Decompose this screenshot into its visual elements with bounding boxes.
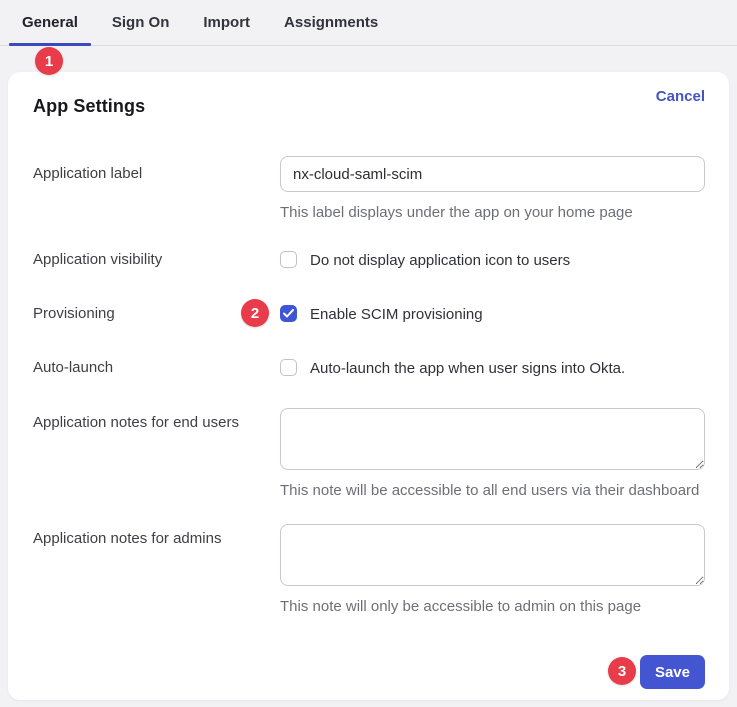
tab-import-label: Import (203, 14, 250, 31)
row-application-visibility: Application visibility Do not display ap… (8, 251, 729, 269)
tab-sign-on[interactable]: Sign On (99, 0, 183, 45)
notes-admins-hint: This note will only be accessible to adm… (280, 598, 705, 616)
application-label-input[interactable] (280, 156, 705, 192)
auto-launch-checkbox[interactable] (280, 359, 297, 376)
notes-end-users-field-col: This note will be accessible to all end … (280, 408, 705, 500)
app-settings-card: App Settings Cancel Application label Th… (8, 72, 729, 700)
application-visibility-field-col: Do not display application icon to users (280, 251, 705, 269)
auto-launch-checkbox-label[interactable]: Auto-launch the app when user signs into… (310, 359, 625, 377)
tab-import[interactable]: Import (190, 0, 263, 45)
auto-launch-label: Auto-launch (33, 359, 280, 376)
tab-general[interactable]: General (9, 0, 91, 45)
card-header: App Settings Cancel (8, 72, 729, 117)
tab-assignments[interactable]: Assignments (271, 0, 391, 45)
step-badge-2: 2 (241, 299, 269, 327)
application-visibility-checkbox-label[interactable]: Do not display application icon to users (310, 251, 570, 269)
application-label-label: Application label (33, 156, 280, 182)
row-notes-end-users: Application notes for end users This not… (8, 408, 729, 500)
application-label-field-col: This label displays under the app on you… (280, 156, 705, 222)
tab-bar: General Sign On Import Assignments (0, 0, 737, 46)
application-visibility-checkbox[interactable] (280, 251, 297, 268)
tab-general-label: General (22, 14, 78, 31)
provisioning-checkbox[interactable] (280, 305, 297, 322)
save-button[interactable]: Save (640, 655, 705, 689)
tab-sign-on-label: Sign On (112, 14, 170, 31)
tab-assignments-label: Assignments (284, 14, 378, 31)
row-notes-admins: Application notes for admins This note w… (8, 524, 729, 616)
application-label-hint: This label displays under the app on you… (280, 204, 705, 222)
row-application-label: Application label This label displays un… (8, 156, 729, 222)
auto-launch-field-col: Auto-launch the app when user signs into… (280, 359, 705, 377)
notes-end-users-label: Application notes for end users (33, 408, 280, 431)
provisioning-checkbox-label[interactable]: Enable SCIM provisioning (310, 305, 483, 323)
checkmark-icon (283, 309, 294, 318)
notes-admins-field-col: This note will only be accessible to adm… (280, 524, 705, 616)
page: General Sign On Import Assignments 1 2 3… (0, 0, 737, 707)
notes-admins-label: Application notes for admins (33, 524, 280, 547)
notes-end-users-hint: This note will be accessible to all end … (280, 482, 705, 500)
step-badge-3: 3 (608, 657, 636, 685)
step-badge-1: 1 (35, 47, 63, 75)
page-title: App Settings (33, 96, 145, 117)
row-provisioning: Provisioning Enable SCIM provisioning (8, 305, 729, 323)
application-visibility-label: Application visibility (33, 251, 280, 268)
notes-end-users-textarea[interactable] (280, 408, 705, 470)
notes-admins-textarea[interactable] (280, 524, 705, 586)
cancel-link[interactable]: Cancel (656, 88, 705, 105)
row-auto-launch: Auto-launch Auto-launch the app when use… (8, 359, 729, 377)
provisioning-field-col: Enable SCIM provisioning (280, 305, 705, 323)
